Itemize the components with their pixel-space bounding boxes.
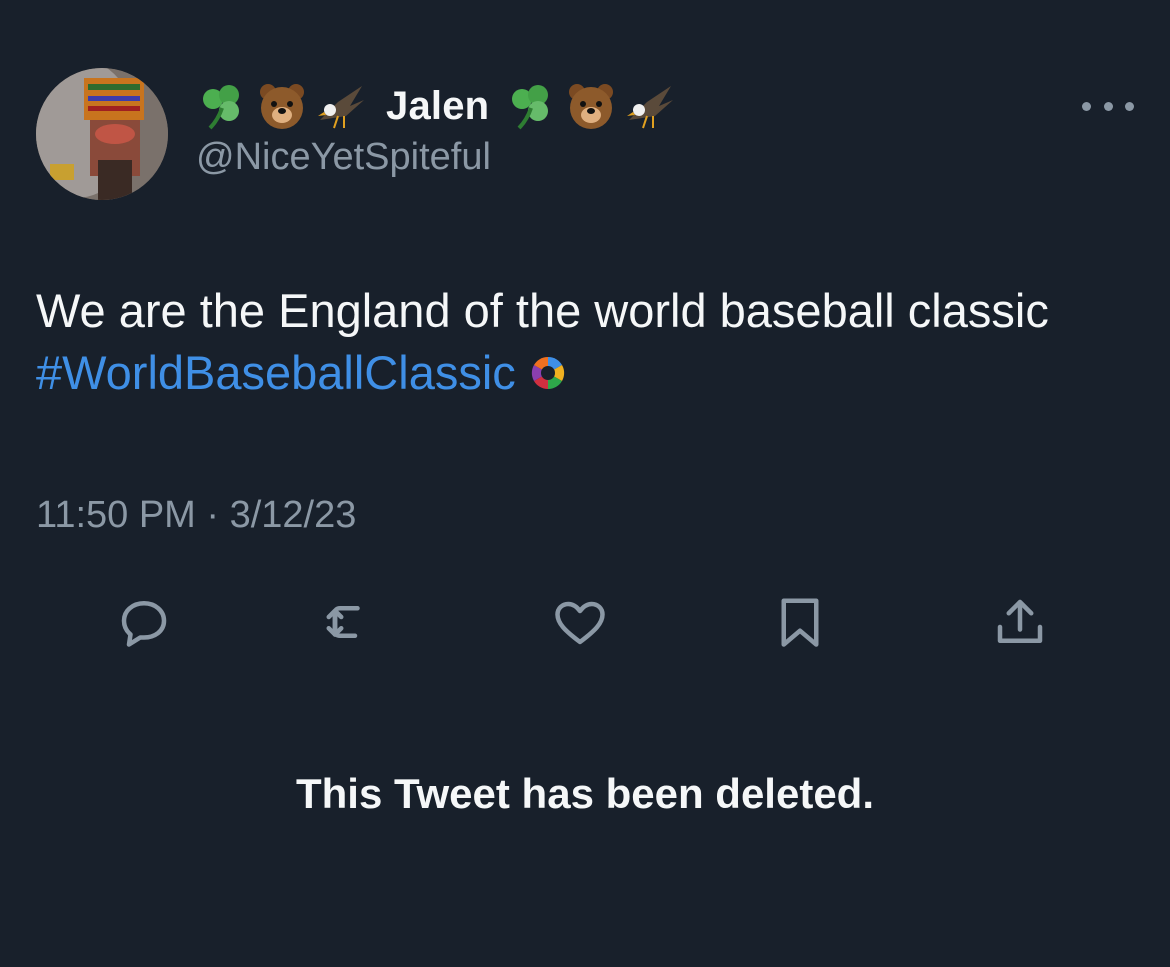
retweet-button[interactable] (318, 590, 382, 654)
bookmark-button[interactable] (768, 590, 832, 654)
more-options-icon[interactable] (1082, 96, 1134, 116)
more-dot (1125, 101, 1134, 111)
reply-icon (121, 601, 167, 647)
deleted-notice: This Tweet has been deleted. (295, 770, 875, 817)
avatar-image (36, 68, 168, 200)
hashtag-link[interactable]: #WorldBaseballClassic (36, 342, 516, 404)
like-icon (555, 601, 605, 645)
like-button[interactable] (548, 590, 612, 654)
tweet-timestamp[interactable]: 11:50 PM · 3/12/23 (36, 494, 356, 537)
more-dot (1082, 101, 1091, 111)
tweet-body: We are the England of the world baseball… (36, 284, 1049, 337)
reply-button[interactable] (112, 590, 176, 654)
eagle-icon (318, 86, 364, 129)
eagle-icon (627, 86, 674, 129)
share-button[interactable] (988, 590, 1052, 654)
bear-icon (260, 84, 304, 129)
share-icon (997, 599, 1043, 643)
hashtag-row: #WorldBaseballClassic (36, 342, 1146, 404)
retweet-icon (326, 606, 360, 638)
shamrock-icon (512, 85, 549, 130)
shamrock-icon (203, 85, 239, 130)
bookmark-icon (781, 598, 819, 647)
bear-icon (569, 84, 614, 129)
action-bar (0, 590, 1170, 654)
tweet-text: We are the England of the world baseball… (36, 280, 1146, 404)
user-handle[interactable]: @NiceYetSpiteful (196, 136, 491, 179)
display-name: Jalen (386, 83, 490, 128)
more-dot (1103, 101, 1113, 111)
display-name-row[interactable]: Jalen (196, 74, 677, 138)
world-baseball-classic-icon (531, 356, 564, 390)
avatar[interactable] (36, 68, 168, 200)
